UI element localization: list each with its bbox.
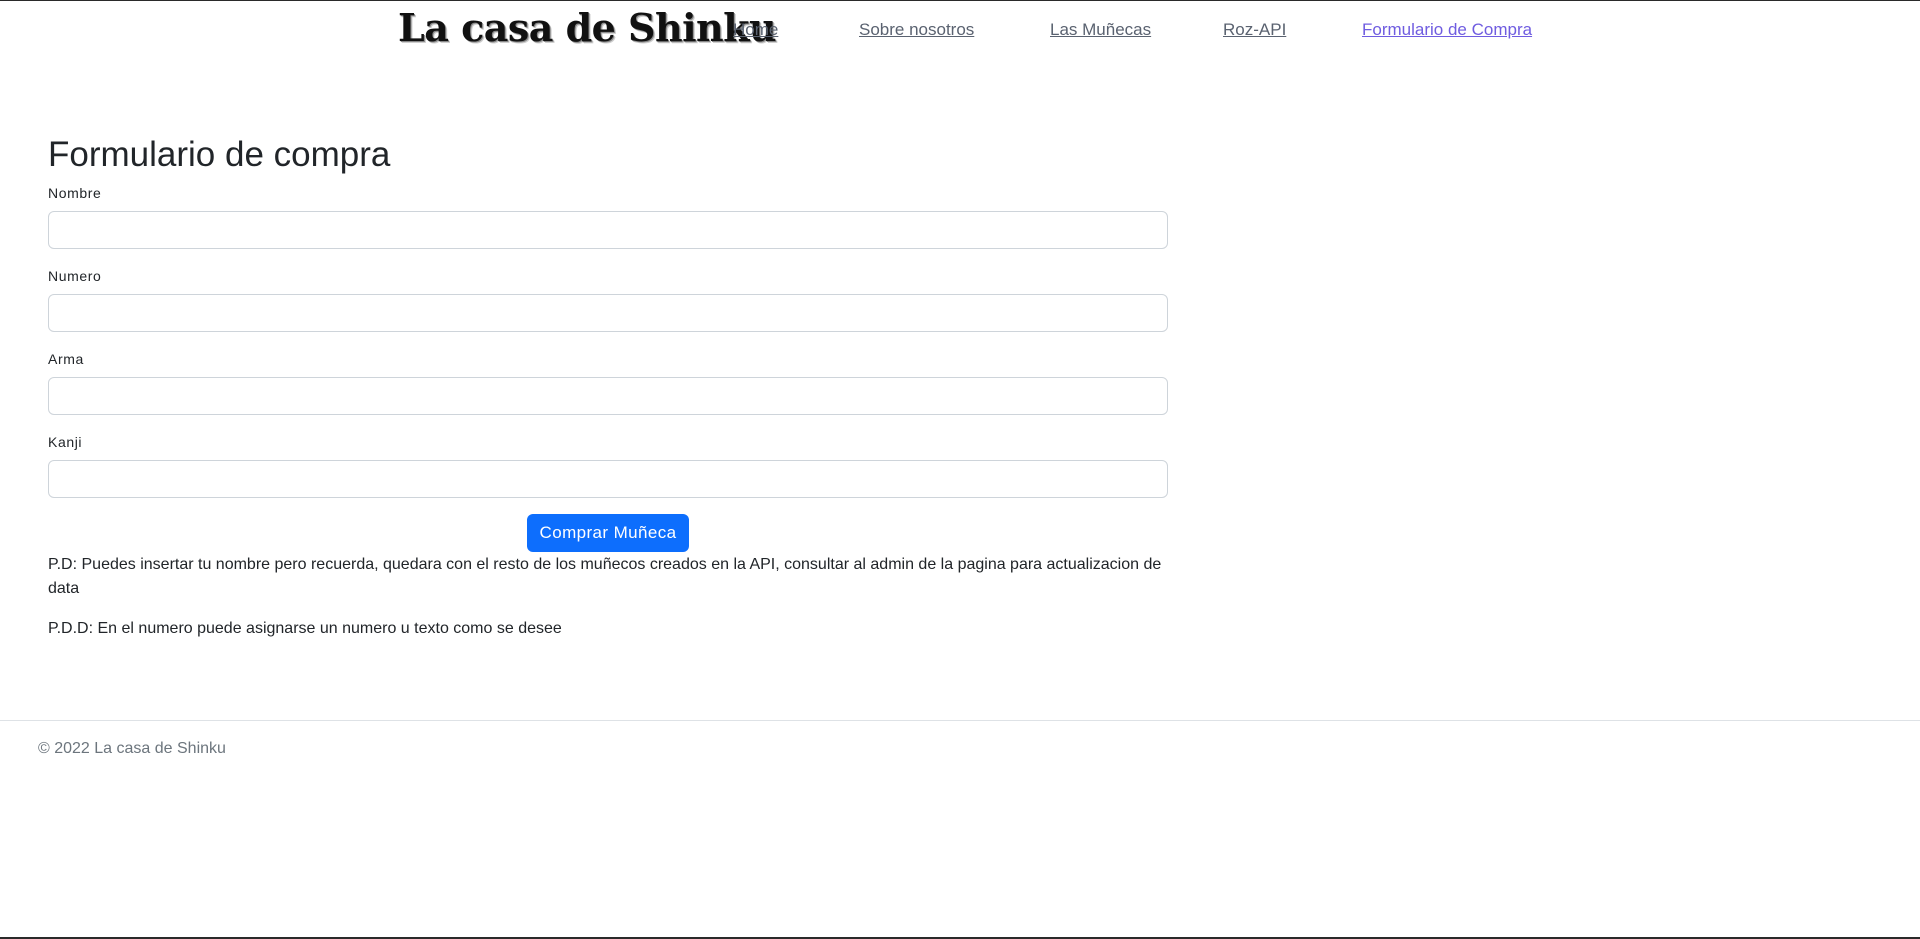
arma-input[interactable] (48, 377, 1168, 415)
nav-link-las-munecas[interactable]: Las Muñecas (1050, 20, 1151, 40)
navbar: La casa de Shinku Home Sobre nosotros La… (0, 1, 1920, 57)
kanji-label: Kanji (48, 434, 83, 450)
footer-copyright: © 2022 La casa de Shinku (38, 740, 226, 757)
kanji-input[interactable] (48, 460, 1168, 498)
comprar-muneca-button[interactable]: Comprar Muñeca (527, 514, 689, 552)
nav-link-home[interactable]: Home (733, 20, 778, 40)
nombre-input[interactable] (48, 211, 1168, 249)
nav-link-roz-api[interactable]: Roz-API (1223, 20, 1286, 40)
page-title: Formulario de compra (48, 135, 391, 174)
brand-logo[interactable]: La casa de Shinku (398, 5, 777, 50)
nombre-label: Nombre (48, 185, 102, 201)
nav-link-sobre-nosotros[interactable]: Sobre nosotros (859, 20, 974, 40)
numero-input[interactable] (48, 294, 1168, 332)
numero-label: Numero (48, 268, 102, 284)
arma-label: Arma (48, 351, 84, 367)
note-pdd: P.D.D: En el numero puede asignarse un n… (48, 620, 562, 637)
footer-divider (0, 720, 1920, 721)
note-pd: P.D: Puedes insertar tu nombre pero recu… (48, 556, 1162, 597)
nav-link-formulario-de-compra[interactable]: Formulario de Compra (1362, 20, 1532, 40)
